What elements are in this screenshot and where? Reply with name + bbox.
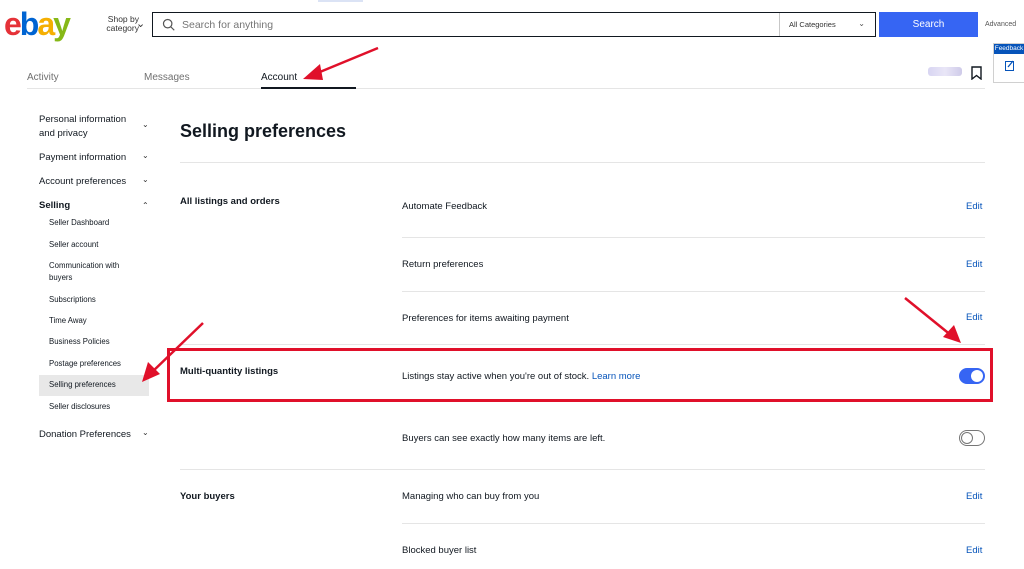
sidebar-subitem-business-policies[interactable]: Business Policies — [49, 336, 110, 348]
chevron-down-icon: ⌄ — [858, 19, 865, 28]
sidebar-item-account-preferences[interactable]: Account preferences — [39, 175, 126, 189]
sidebar-subitem-time-away[interactable]: Time Away — [49, 315, 87, 327]
annotation-highlight-box — [167, 348, 993, 402]
sidebar-subitem-communication[interactable]: Communication with buyers — [49, 260, 139, 284]
feedback-tab[interactable]: Feedback — [993, 43, 1024, 83]
sidebar-subitem-seller-dashboard[interactable]: Seller Dashboard — [49, 217, 109, 229]
chevron-down-icon[interactable]: ⌄ — [142, 175, 149, 184]
arrow-to-toggle — [904, 297, 961, 343]
ebay-logo[interactable]: ebay — [4, 8, 71, 40]
shop-by-category-button[interactable]: Shop by category — [99, 15, 139, 33]
section-title-all-listings: All listings and orders — [180, 196, 280, 207]
row-awaiting-payment: Preferences for items awaiting payment — [402, 313, 569, 324]
blurred-username — [928, 67, 962, 76]
divider — [180, 469, 985, 470]
category-select[interactable]: All Categories ⌄ — [779, 13, 875, 36]
sidebar-subitem-selling-preferences[interactable]: Selling preferences — [49, 379, 116, 391]
top-strip — [318, 0, 363, 2]
chevron-up-icon[interactable]: ⌃ — [142, 201, 149, 210]
category-select-value: All Categories — [789, 20, 836, 29]
divider — [402, 523, 985, 524]
row-blocked-buyers: Blocked buyer list — [402, 545, 477, 556]
sidebar-item-donation-preferences[interactable]: Donation Preferences — [39, 428, 131, 442]
search-bar: All Categories ⌄ — [152, 12, 876, 37]
sidebar-subitem-postage-preferences[interactable]: Postage preferences — [49, 358, 121, 370]
sidebar-item-payment-info[interactable]: Payment information — [39, 151, 126, 165]
sidebar-subitem-seller-disclosures[interactable]: Seller disclosures — [49, 401, 110, 413]
sidebar-subitem-seller-account[interactable]: Seller account — [49, 239, 98, 251]
row-items-left: Buyers can see exactly how many items ar… — [402, 433, 606, 444]
edit-automate-feedback-link[interactable]: Edit — [966, 201, 982, 212]
divider — [180, 344, 985, 345]
edit-return-preferences-link[interactable]: Edit — [966, 259, 982, 270]
row-managing-buyers: Managing who can buy from you — [402, 491, 540, 502]
toggle-knob — [961, 432, 973, 444]
chevron-down-icon[interactable]: ⌄ — [142, 428, 149, 437]
edit-managing-buyers-link[interactable]: Edit — [966, 491, 982, 502]
sidebar-subitem-subscriptions[interactable]: Subscriptions — [49, 294, 96, 306]
section-title-your-buyers: Your buyers — [180, 491, 235, 502]
bookmark-icon[interactable] — [971, 66, 982, 80]
search-input[interactable] — [182, 18, 772, 31]
edit-awaiting-payment-link[interactable]: Edit — [966, 312, 982, 323]
divider — [180, 162, 985, 163]
active-tab-indicator — [261, 87, 356, 89]
page-title: Selling preferences — [180, 121, 347, 141]
arrow-to-account-tab — [303, 46, 379, 80]
items-left-toggle[interactable] — [959, 430, 985, 446]
sidebar-item-selling[interactable]: Selling — [39, 199, 70, 213]
edit-note-icon — [1005, 60, 1014, 71]
annotation-arrows — [142, 46, 961, 382]
row-return-preferences: Return preferences — [402, 259, 484, 270]
divider — [402, 291, 985, 292]
feedback-label: Feedback — [994, 44, 1024, 54]
chevron-down-icon[interactable]: ⌄ — [136, 17, 145, 30]
tabs-divider — [27, 88, 985, 89]
divider — [402, 237, 985, 238]
chevron-down-icon[interactable]: ⌄ — [142, 120, 149, 129]
tab-messages[interactable]: Messages — [144, 72, 190, 83]
advanced-search-link[interactable]: Advanced — [985, 21, 1016, 28]
tab-account[interactable]: Account — [261, 72, 297, 83]
row-automate-feedback: Automate Feedback — [402, 201, 488, 212]
sidebar-item-personal-info[interactable]: Personal information and privacy — [39, 113, 139, 141]
edit-blocked-buyers-link[interactable]: Edit — [966, 545, 982, 556]
chevron-down-icon[interactable]: ⌄ — [142, 151, 149, 160]
search-button[interactable]: Search — [879, 12, 978, 37]
search-icon — [162, 18, 175, 31]
tab-activity[interactable]: Activity — [27, 72, 59, 83]
